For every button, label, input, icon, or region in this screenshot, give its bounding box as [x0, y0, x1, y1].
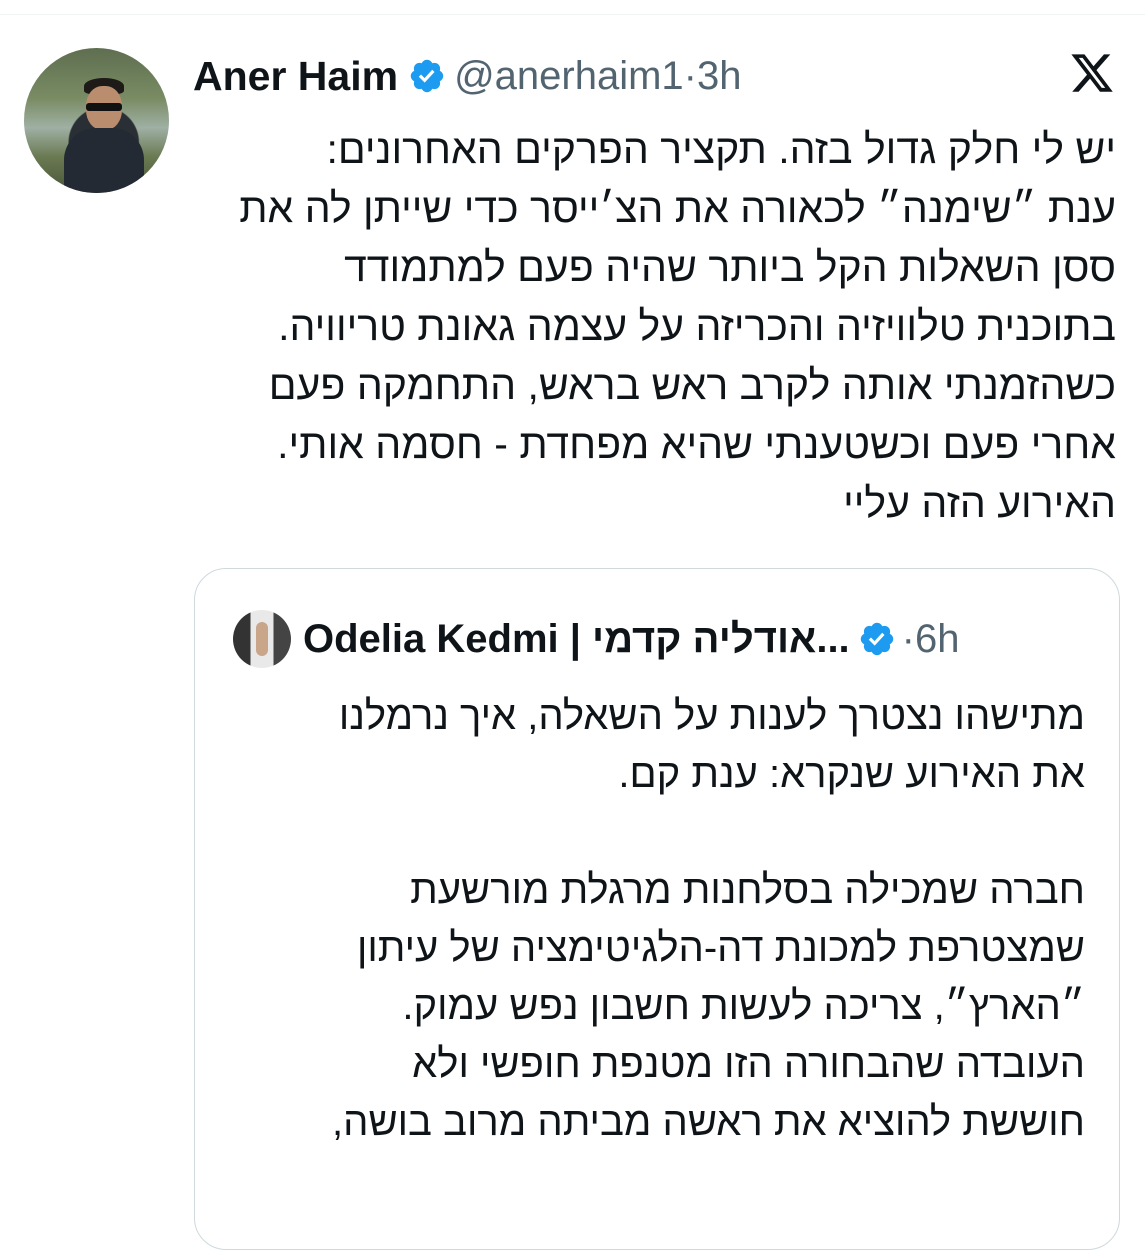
avatar-figure: [256, 622, 268, 656]
tweet-line: יש לי חלק גדול בזה. תקציר הפרקים האחרוני…: [326, 126, 1117, 172]
quote-line: [225, 803, 1085, 861]
tweet-text: יש לי חלק גדול בזה. תקציר הפרקים האחרוני…: [186, 120, 1116, 533]
avatar-body: [64, 128, 144, 193]
quote-line: ״הארץ״, צריכה לעשות חשבון נפש עמוק.: [402, 984, 1085, 1028]
verified-badge-icon[interactable]: [408, 57, 446, 95]
author-avatar[interactable]: [24, 48, 169, 193]
quote-line: שמצטרפת למכונת דה-הלגיטימציה של עיתון: [356, 926, 1085, 970]
quote-line: חברה שמכילה בסלחנות מרגלת מורשעת: [410, 868, 1085, 912]
tweet-header: Aner Haim @anerhaim1 · 3h: [193, 46, 742, 106]
quoted-tweet-card[interactable]: Odelia Kedmi | אודליה קדמי... · 6h מתישה…: [194, 568, 1120, 1250]
tweet-line: אחרי פעם וכשטענתי שהיא מפחדת - חסמה אותי…: [277, 421, 1116, 467]
quote-line: את האירוע שנקרא: ענת קם.: [618, 752, 1085, 796]
top-divider: [0, 0, 1145, 15]
author-handle[interactable]: @anerhaim1: [454, 54, 684, 99]
quoted-tweet-timestamp[interactable]: 6h: [915, 617, 960, 662]
quote-line: מתישהו נצטרך לענות על השאלה, איך נרמלנו: [338, 694, 1085, 738]
tweet-line: האירוע הזה עליי: [843, 480, 1116, 526]
quoted-author-name[interactable]: Odelia Kedmi | אודליה קדמי...: [303, 617, 850, 662]
tweet-line: בתוכנית טלוויזיה והכריזה על עצמה גאונת ט…: [278, 303, 1116, 349]
tweet-line: ענת ״שימנה״ לכאורה את הצ׳ייסר כדי שייתן …: [239, 185, 1116, 231]
x-logo-icon[interactable]: [1068, 50, 1116, 96]
quote-line: חוששת להוציא את ראשה מביתה מרוב בושה,: [332, 1100, 1085, 1144]
time-separator: ·: [901, 616, 915, 661]
tweet-line: כשהזמנתי אותה לקרב ראש בראש, התחמקה פעם: [268, 362, 1116, 408]
quoted-author-avatar[interactable]: [233, 610, 291, 668]
verified-badge-icon[interactable]: [858, 620, 896, 658]
author-name[interactable]: Aner Haim: [193, 53, 398, 100]
tweet-timestamp[interactable]: 3h: [697, 54, 742, 99]
quoted-tweet-header: Odelia Kedmi | אודליה קדמי... · 6h: [233, 610, 960, 668]
quoted-tweet-text: מתישהו נצטרך לענות על השאלה, איך נרמלנו …: [225, 687, 1085, 1151]
time-separator: ·: [683, 53, 697, 98]
tweet-line: ססן השאלות הקל ביותר שהיה פעם למתמודד: [344, 244, 1116, 290]
quote-line: העובדה שהבחורה הזו מטנפת חופשי ולא: [412, 1042, 1085, 1086]
avatar-sunglasses: [86, 103, 122, 111]
